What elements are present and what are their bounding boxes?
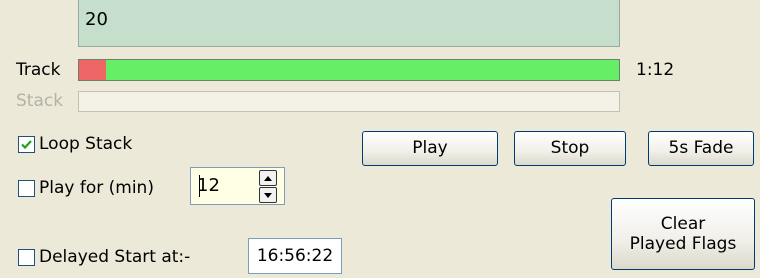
play-for-checkbox-row[interactable]: Play for (min) — [18, 178, 154, 198]
delayed-start-time-field[interactable]: 16:56:22 — [248, 238, 342, 274]
track-progress-fill — [79, 60, 106, 80]
list-item-value: 20 — [85, 9, 108, 30]
delayed-start-checkbox[interactable] — [18, 248, 35, 266]
clear-played-flags-button[interactable]: Clear Played Flags — [611, 198, 755, 270]
delayed-start-checkbox-row[interactable]: Delayed Start at:- — [18, 247, 190, 267]
stack-label: Stack — [16, 91, 64, 111]
loop-stack-checkbox-row[interactable]: Loop Stack — [18, 134, 132, 154]
list-panel[interactable]: 20 — [78, 0, 620, 47]
track-label: Track — [16, 60, 61, 80]
clear-button-line1: Clear — [660, 213, 706, 234]
track-progress-bar[interactable] — [78, 59, 620, 81]
delayed-start-label: Delayed Start at:- — [39, 247, 191, 267]
check-icon — [21, 139, 32, 149]
clear-button-line2: Played Flags — [629, 234, 737, 254]
fade-button[interactable]: 5s Fade — [648, 131, 754, 166]
spin-up-button[interactable] — [259, 170, 277, 186]
play-for-checkbox[interactable] — [18, 179, 35, 197]
arrow-up-icon — [264, 175, 272, 181]
spin-down-button[interactable] — [259, 187, 277, 203]
play-for-label: Play for (min) — [39, 178, 154, 198]
loop-stack-checkbox[interactable] — [18, 135, 35, 153]
stop-button[interactable]: Stop — [514, 131, 626, 166]
play-minutes-value[interactable]: 12 — [197, 175, 220, 196]
loop-stack-label: Loop Stack — [39, 134, 133, 154]
track-time: 1:12 — [636, 60, 675, 80]
play-minutes-stepper[interactable]: 12 — [190, 167, 285, 205]
delayed-start-time-value[interactable]: 16:56:22 — [257, 246, 333, 266]
text-caret — [199, 175, 200, 197]
stack-progress-bar — [78, 91, 620, 112]
play-button[interactable]: Play — [362, 131, 498, 166]
arrow-down-icon — [264, 192, 272, 198]
